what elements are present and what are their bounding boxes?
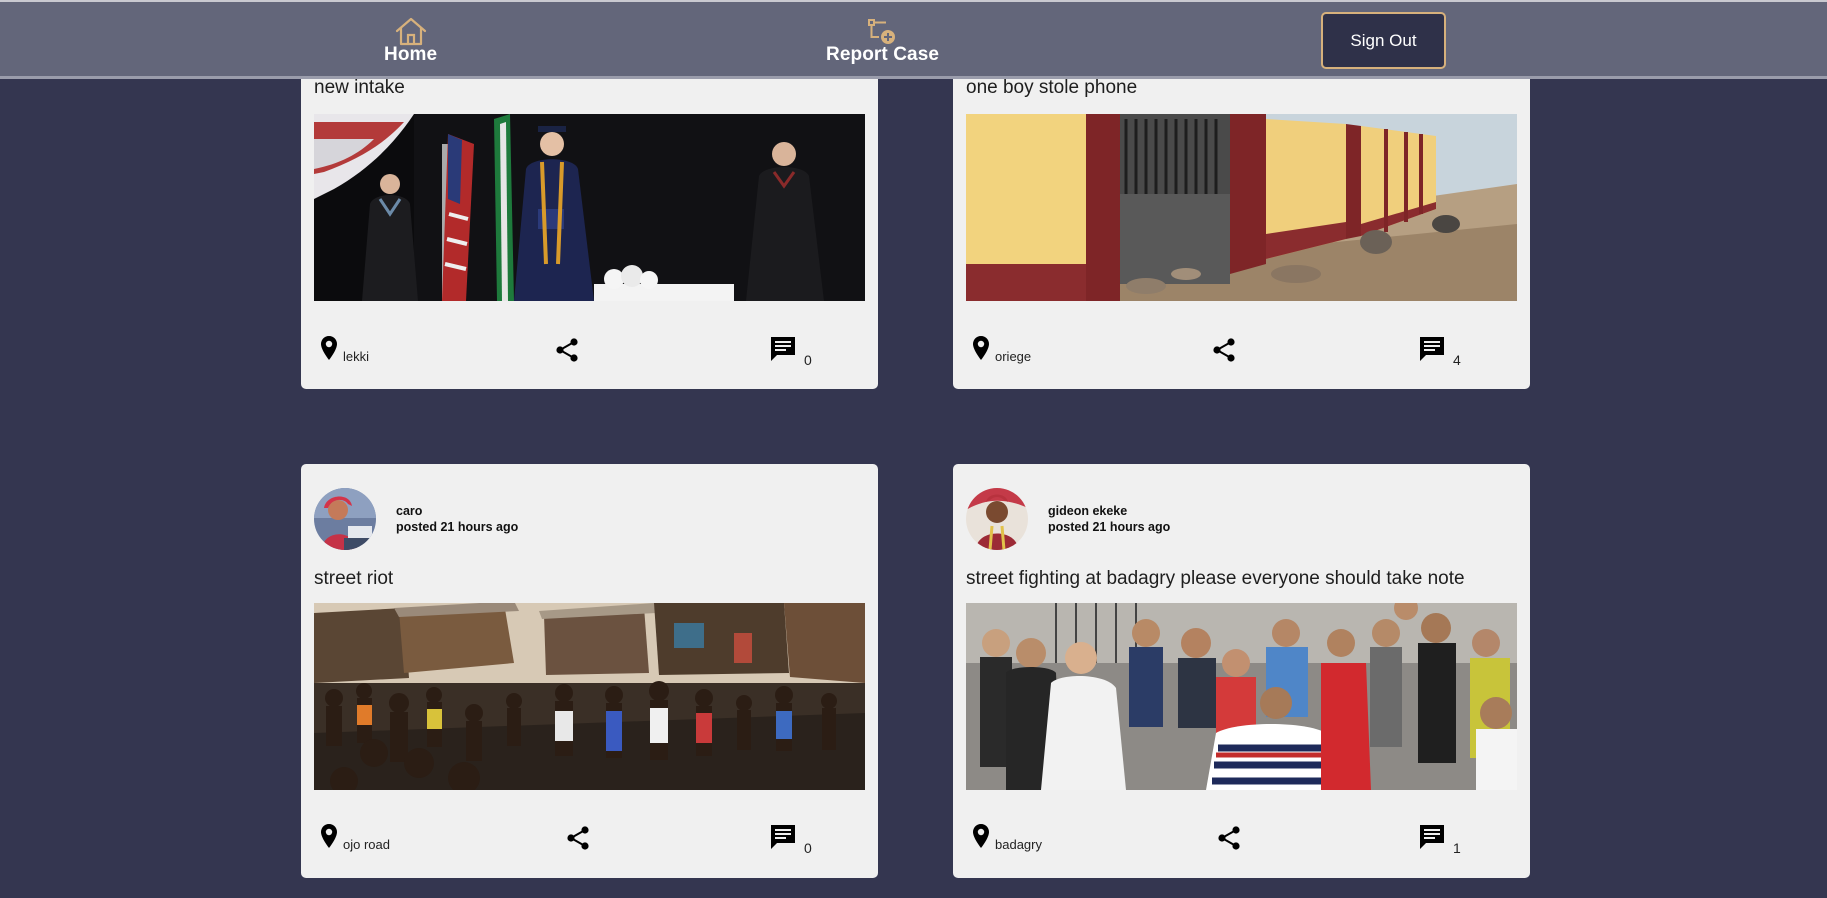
post-location-text: lekki [343,349,370,364]
post-comments[interactable]: 0 [769,335,812,368]
post-timestamp: posted 21 hours ago [1048,520,1171,534]
post-card[interactable]: gideon ekeke posted 21 hours ago street … [953,464,1530,878]
post-comments[interactable]: 4 [1418,335,1461,368]
comment-icon [1418,335,1446,368]
post-author[interactable]: caro [396,503,518,519]
post-location: oriege [972,335,1031,366]
post-title: street riot [314,568,394,589]
post-location: badagry [972,823,1042,854]
nav-report-case-label: Report Case [826,44,940,65]
post-location-text: ojo road [343,837,390,852]
location-pin-icon [972,823,990,854]
post-header: caro posted 21 hours ago [314,488,518,550]
share-icon[interactable] [1211,337,1237,368]
post-title: street fighting at badagry please everyo… [966,568,1465,589]
post-card[interactable]: caro posted 21 hours ago street riot ojo… [301,464,878,878]
post-location-text: oriege [995,349,1032,364]
post-image [314,603,865,790]
post-author-block: gideon ekeke posted 21 hours ago [1048,503,1170,535]
post-timestamp: posted 21 hours ago [396,520,519,534]
share-icon[interactable] [554,337,580,368]
location-pin-icon [320,335,338,366]
nav-home-link[interactable]: Home [384,16,437,66]
house-icon [394,16,428,46]
post-title: one boy stole phone [966,77,1138,98]
post-location-text: badagry [995,837,1042,852]
post-image [966,114,1517,301]
post-footer: lekki 0 [301,329,878,369]
post-location: ojo road [320,823,390,854]
top-navbar: Home Report Case Sign Out [0,0,1827,79]
post-image [314,114,865,301]
post-footer: oriege 4 [953,329,1530,369]
post-header: gideon ekeke posted 21 hours ago [966,488,1170,550]
location-pin-icon [972,335,990,366]
nav-home-label: Home [384,44,438,65]
post-title: new intake [314,77,405,98]
comment-icon [769,823,797,856]
location-pin-icon [320,823,338,854]
post-card[interactable]: new intake lekki 0 [301,30,878,389]
post-footer: ojo road 0 [301,817,878,857]
post-author[interactable]: gideon ekeke [1048,503,1170,519]
avatar[interactable] [314,488,376,550]
comment-count: 4 [1453,352,1461,368]
comment-count: 1 [1453,840,1461,856]
post-author-block: caro posted 21 hours ago [396,503,518,535]
comment-icon [1418,823,1446,856]
share-icon[interactable] [1216,825,1242,856]
sign-out-button[interactable]: Sign Out [1321,12,1446,69]
post-image [966,603,1517,790]
post-card[interactable]: one boy stole phone oriege 4 [953,30,1530,389]
post-comments[interactable]: 1 [1418,823,1461,856]
post-location: lekki [320,335,369,366]
comment-count: 0 [804,352,812,368]
post-footer: badagry 1 [953,817,1530,857]
share-icon[interactable] [565,825,591,856]
comment-count: 0 [804,840,812,856]
nav-report-case-link[interactable]: Report Case [826,16,939,66]
post-comments[interactable]: 0 [769,823,812,856]
avatar[interactable] [966,488,1028,550]
report-case-icon [866,16,900,46]
comment-icon [769,335,797,368]
